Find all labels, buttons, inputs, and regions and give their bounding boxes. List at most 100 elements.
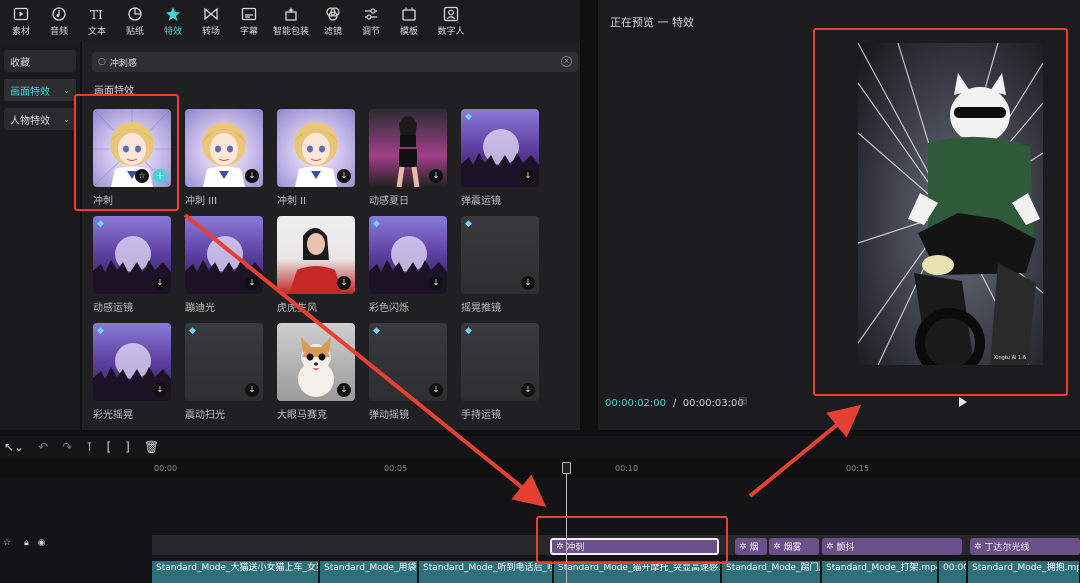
lock-icon[interactable]: 🔒︎ bbox=[24, 538, 29, 548]
play-button[interactable] bbox=[959, 397, 967, 407]
tool-digital-human[interactable]: 数字人 bbox=[428, 0, 474, 42]
effect-clip-label: 烟雾 bbox=[783, 543, 802, 553]
sidebar-item-scene-effects[interactable]: 画面特效 ⌄ bbox=[4, 79, 76, 101]
tool-effects[interactable]: 特效 bbox=[154, 0, 192, 42]
video-clip[interactable]: Standard_Mode_用袋子 bbox=[320, 561, 418, 583]
annotation-box-clip bbox=[536, 516, 728, 564]
tool-label: 滤镜 bbox=[323, 26, 342, 37]
effect-clip[interactable]: ✲ 烟 bbox=[735, 538, 767, 555]
premium-gem-icon: ◆ bbox=[465, 112, 472, 122]
effects-category-sidebar: 收藏 画面特效 ⌄ 人物特效 ⌄ bbox=[0, 42, 80, 430]
video-clip[interactable]: Standard_Mode_踢门后 bbox=[722, 561, 821, 583]
effect-card[interactable]: ↓ 大眼马赛克 bbox=[277, 323, 355, 421]
sidebar-item-label: 人物特效 bbox=[10, 115, 50, 127]
tool-filter[interactable]: 滤镜 bbox=[314, 0, 352, 42]
sidebar-item-favorites[interactable]: 收藏 bbox=[4, 50, 76, 72]
tool-label: 字幕 bbox=[239, 26, 258, 37]
effect-thumbnail: ◆ ↓ bbox=[461, 109, 539, 187]
download-icon[interactable]: ↓ bbox=[521, 383, 535, 397]
download-icon[interactable]: ↓ bbox=[429, 169, 443, 183]
effect-clip[interactable]: ✲ 烟雾 bbox=[769, 538, 819, 555]
premium-gem-icon: ◆ bbox=[373, 326, 380, 336]
effect-thumbnail: ↓ bbox=[185, 109, 263, 187]
tool-template[interactable]: 模板 bbox=[390, 0, 428, 42]
effect-card[interactable]: ◆ ↓ 弹震运镜 bbox=[461, 109, 539, 207]
effect-card[interactable]: ↓ 蹦迪光 bbox=[185, 216, 263, 314]
waveform-icon[interactable]: ▤ bbox=[738, 396, 747, 407]
clear-icon[interactable]: × bbox=[561, 56, 572, 67]
premium-gem-icon: ◆ bbox=[97, 219, 104, 229]
smart-pack-icon bbox=[285, 6, 297, 21]
download-icon[interactable]: ↓ bbox=[337, 276, 351, 290]
download-icon[interactable]: ↓ bbox=[521, 169, 535, 183]
download-icon[interactable]: ↓ bbox=[245, 169, 259, 183]
effect-card[interactable]: ↓ 冲刺 III bbox=[185, 109, 263, 207]
video-clip[interactable]: Standard_Mode_猫开摩托_突显高速感.mp4 bbox=[554, 561, 721, 583]
effect-card[interactable]: ↓ 动感夏日 bbox=[369, 109, 447, 207]
download-icon[interactable]: ↓ bbox=[245, 383, 259, 397]
track-controls: ☆ 🔒︎ ◉ bbox=[0, 538, 45, 548]
tool-smart-pack[interactable]: 智能包装 bbox=[268, 0, 314, 42]
tool-sticker[interactable]: 贴纸 bbox=[116, 0, 154, 42]
adjust-icon bbox=[365, 7, 377, 20]
trim-left-icon[interactable]: [ bbox=[106, 440, 111, 454]
tool-audio[interactable]: 音频 bbox=[40, 0, 78, 42]
tool-transition[interactable]: 转场 bbox=[192, 0, 230, 42]
effect-name: 摇晃推镜 bbox=[461, 303, 501, 314]
download-icon[interactable]: ↓ bbox=[521, 276, 535, 290]
download-icon[interactable]: ↓ bbox=[153, 276, 167, 290]
ruler-tick: 00:05 bbox=[384, 464, 408, 473]
tool-media[interactable]: 素材 bbox=[2, 0, 40, 42]
effect-card[interactable]: ◆ ↓ 弹动摇镜 bbox=[369, 323, 447, 421]
video-clip[interactable]: 00:00 bbox=[939, 561, 967, 583]
tool-subtitle[interactable]: 字幕 bbox=[230, 0, 268, 42]
download-icon[interactable]: ↓ bbox=[337, 169, 351, 183]
effect-clip[interactable]: ✲ 颤抖 bbox=[822, 538, 962, 555]
redo-icon[interactable]: ↷ bbox=[62, 440, 72, 454]
effect-name: 弹震运镜 bbox=[461, 196, 501, 207]
delete-icon[interactable]: 🗑︎ bbox=[144, 440, 159, 454]
download-icon[interactable]: ↓ bbox=[153, 383, 167, 397]
effect-card[interactable]: ◆ ↓ 手持运镜 bbox=[461, 323, 539, 421]
sidebar-item-person-effects[interactable]: 人物特效 ⌄ bbox=[4, 108, 76, 130]
premium-gem-icon: ◆ bbox=[97, 326, 104, 336]
download-icon[interactable]: ↓ bbox=[429, 383, 443, 397]
audio-icon bbox=[52, 6, 66, 21]
effect-card[interactable]: ◆ ↓ 彩光摇晃 bbox=[93, 323, 171, 421]
search-input[interactable]: ○ 冲刺感 × bbox=[92, 52, 578, 72]
video-clip[interactable]: Standard_Mode_听到电话后_哇 bbox=[419, 561, 553, 583]
effect-name: 弹动摇镜 bbox=[369, 410, 409, 421]
split-icon[interactable]: ⊺ bbox=[86, 440, 92, 454]
ruler-tick: 00:00 bbox=[154, 464, 178, 473]
effect-card[interactable]: ◆ ↓ 动感运镜 bbox=[93, 216, 171, 314]
timeline-ruler[interactable]: 00:00 00:05 00:10 00:15 bbox=[150, 462, 1080, 478]
effect-card[interactable]: ↓ 虎虎生风 bbox=[277, 216, 355, 314]
video-clip[interactable]: Standard_Mode_大猫送小女猫上车_女猫 bbox=[152, 561, 319, 583]
effect-name: 动感运镜 bbox=[93, 303, 133, 314]
effect-card[interactable]: ◆ ↓ 震动扫光 bbox=[185, 323, 263, 421]
video-clip[interactable]: Standard_Mode_打架.mp4 bbox=[822, 561, 938, 583]
effect-card[interactable]: ◆ ↓ 彩色闪烁 bbox=[369, 216, 447, 314]
effect-clip-label: 烟 bbox=[749, 543, 759, 553]
effect-clip[interactable]: ✲ 丁达尔光线 bbox=[970, 538, 1080, 555]
eye-icon[interactable]: ◉ bbox=[38, 538, 46, 548]
download-icon[interactable]: ↓ bbox=[245, 276, 259, 290]
trim-right-icon[interactable]: ] bbox=[125, 440, 130, 454]
effect-thumbnail: ◆ ↓ bbox=[461, 323, 539, 401]
playhead-handle[interactable] bbox=[562, 462, 571, 474]
select-cursor-icon[interactable]: ↖︎⌄ bbox=[4, 440, 24, 454]
sidebar-item-label: 收藏 bbox=[10, 57, 30, 69]
effect-name: 大眼马赛克 bbox=[277, 410, 327, 421]
tool-text[interactable]: TI 文本 bbox=[78, 0, 116, 42]
undo-icon[interactable]: ↶ bbox=[38, 440, 48, 454]
tool-adjust[interactable]: 调节 bbox=[352, 0, 390, 42]
download-icon[interactable]: ↓ bbox=[429, 276, 443, 290]
effect-card[interactable]: ↓ 冲刺 II bbox=[277, 109, 355, 207]
download-icon[interactable]: ↓ bbox=[337, 383, 351, 397]
effect-card[interactable]: ◆ ↓ 摇晃推镜 bbox=[461, 216, 539, 314]
video-clip[interactable]: Standard_Mode_拥抱.mp4 bbox=[968, 561, 1080, 583]
effect-name: 彩光摇晃 bbox=[93, 410, 133, 421]
effect-thumbnail: ◆ ↓ bbox=[369, 216, 447, 294]
effect-thumbnail: ◆ ↓ bbox=[461, 216, 539, 294]
tool-label: 音频 bbox=[49, 26, 68, 37]
